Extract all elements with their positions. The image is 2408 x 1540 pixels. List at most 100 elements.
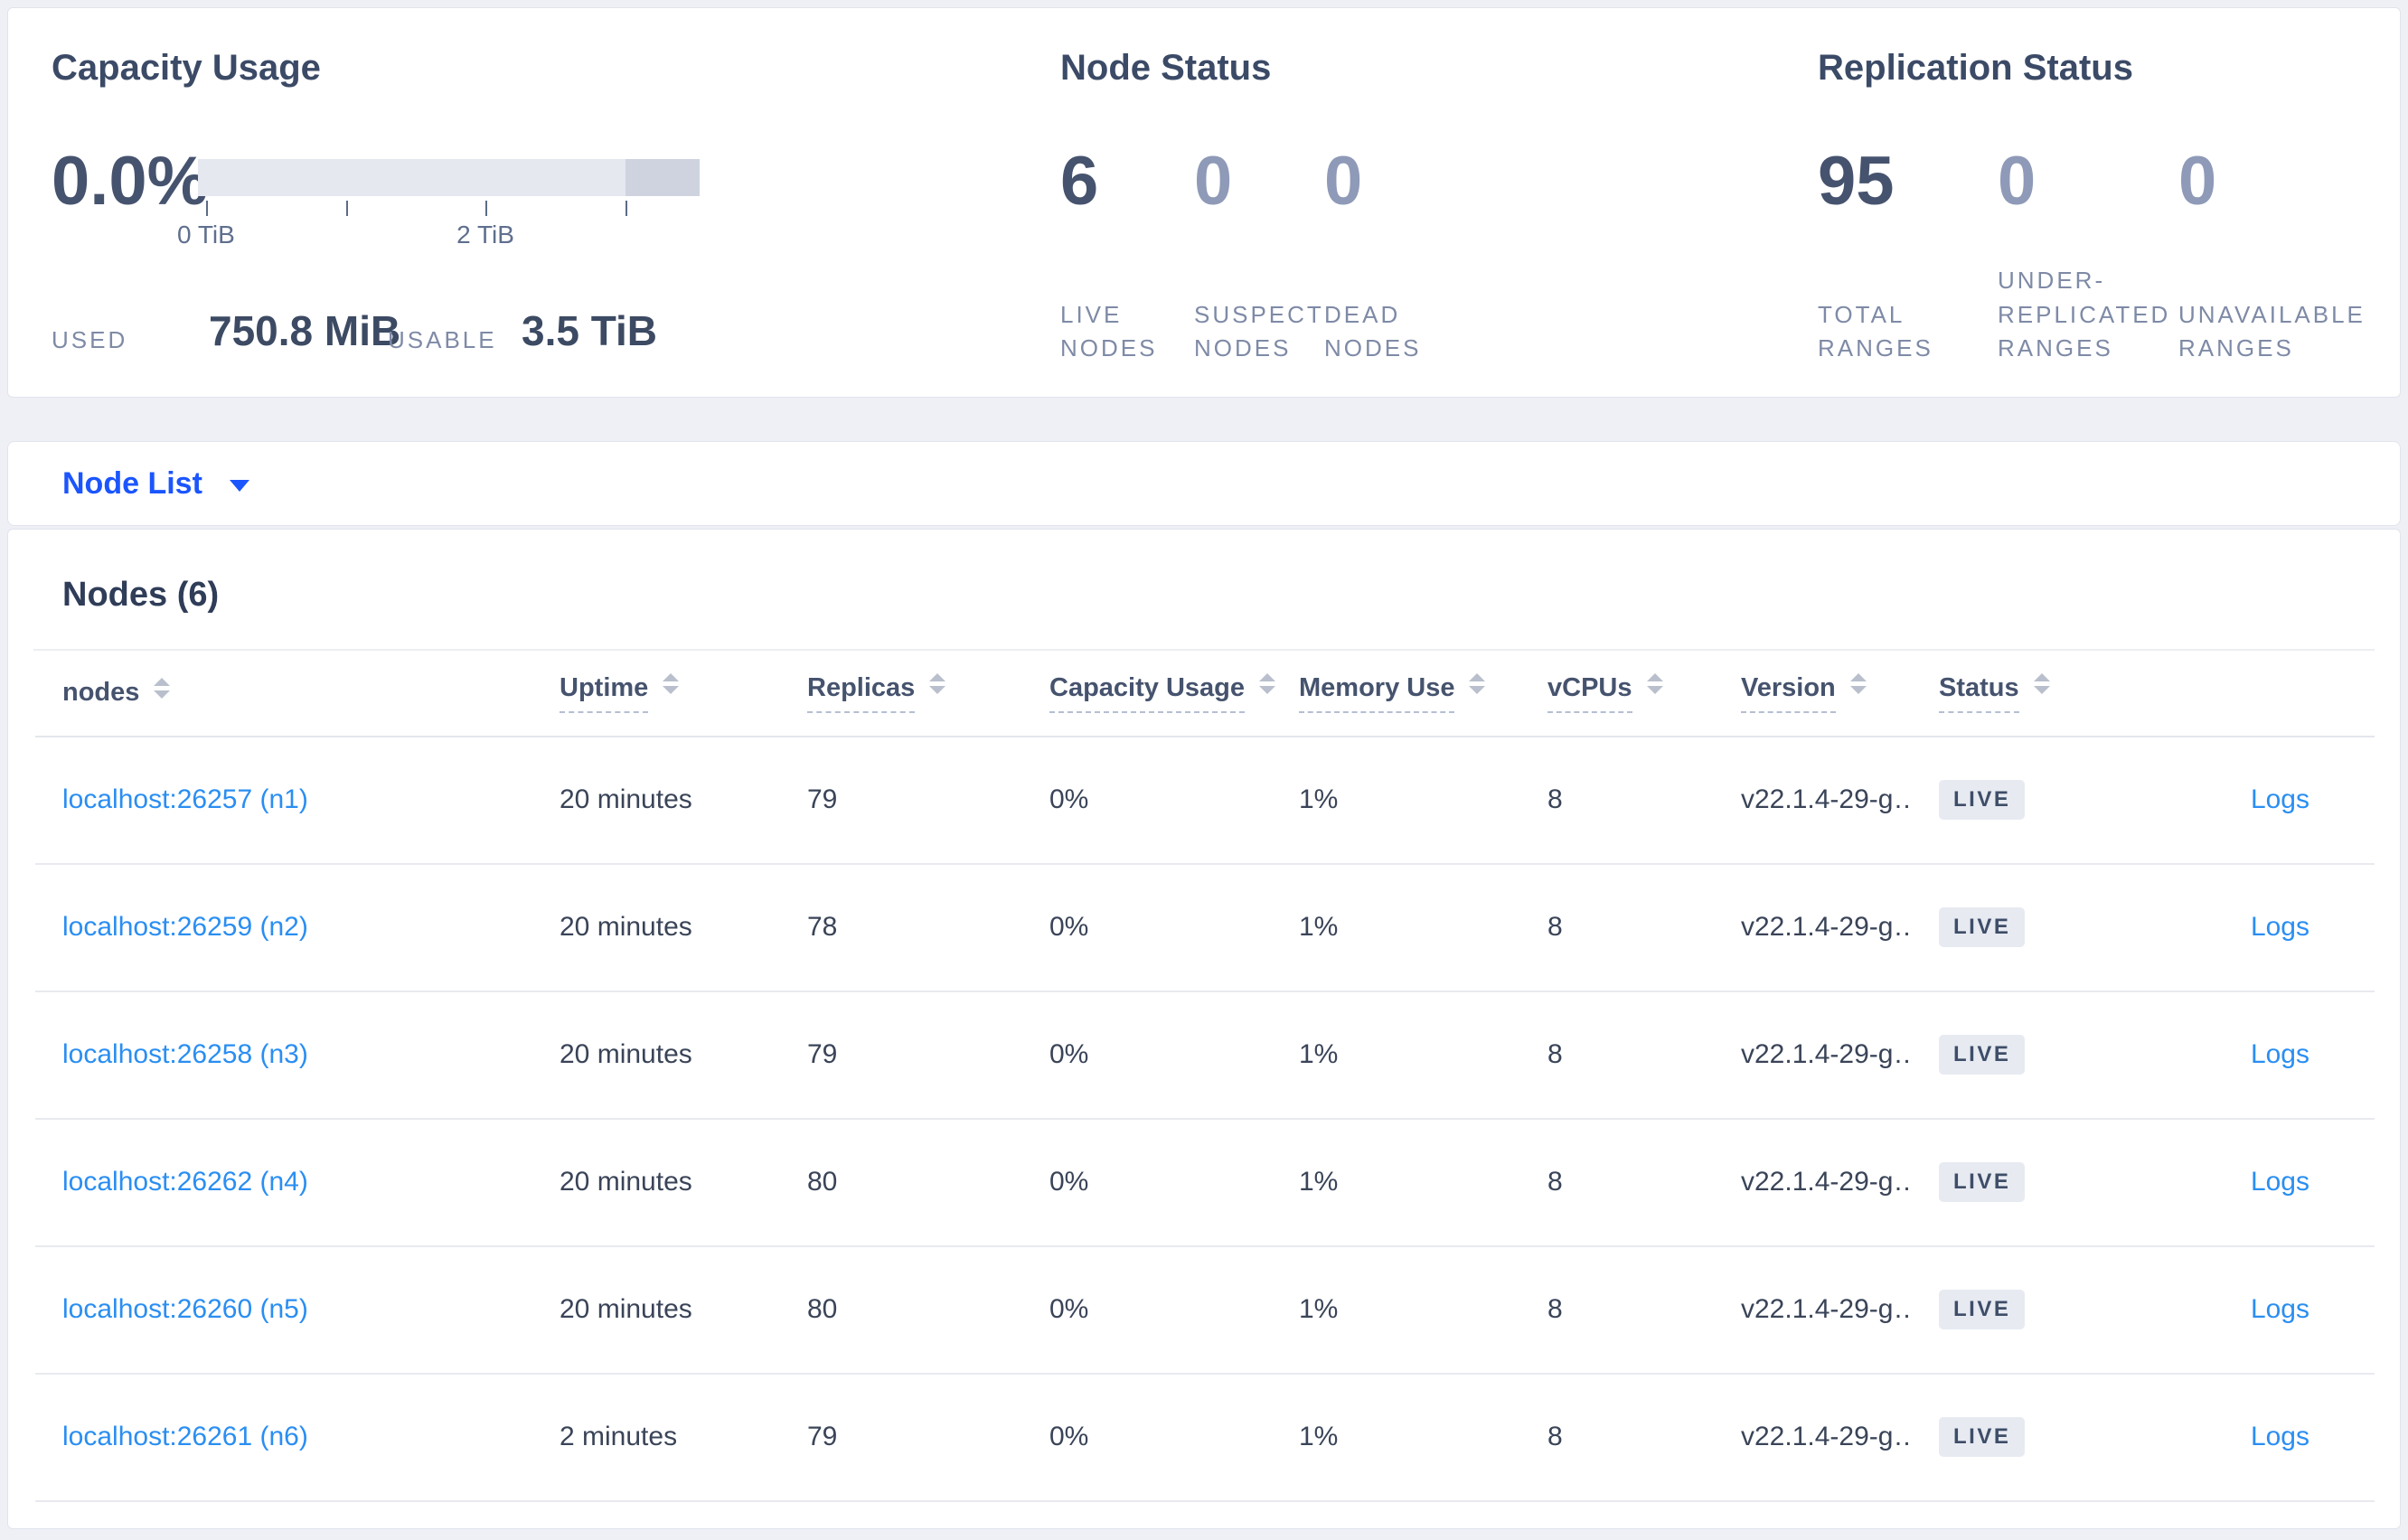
vcpus-cell: 8 — [1547, 1422, 1563, 1452]
sort-arrows-icon — [154, 678, 171, 700]
status-cell: LIVE — [1912, 864, 2134, 991]
node-link[interactable]: localhost:26259 (n2) — [62, 912, 308, 942]
column-header-label: Capacity Usage — [1049, 673, 1245, 713]
node-link[interactable]: localhost:26261 (n6) — [62, 1422, 308, 1451]
replicas-cell: 80 — [807, 1294, 838, 1325]
capacity-bar-usable-segment — [198, 159, 626, 196]
column-header-capacity[interactable]: Capacity Usage — [1022, 650, 1275, 737]
sort-arrows-icon — [929, 672, 946, 694]
logs-link[interactable]: Logs — [2251, 1422, 2309, 1451]
metric-label: SUSPECT NODES — [1194, 300, 1324, 362]
logs-cell: Logs — [2134, 991, 2375, 1119]
column-header-address[interactable]: nodes — [35, 650, 532, 737]
used-value: 750.8 MiB — [209, 307, 401, 354]
column-header-label: Memory Use — [1299, 673, 1455, 713]
replicas-cell: 79 — [807, 1422, 838, 1452]
logs-link[interactable]: Logs — [2251, 784, 2309, 814]
nodes-card: Nodes (6) nodes Uptime Replicas Capacity Us… — [7, 529, 2401, 1529]
node-address-cell: localhost:26261 (n6) — [35, 1374, 532, 1501]
node-list-dropdown[interactable]: Node List — [7, 441, 2401, 526]
vcpus-cell: 8 — [1547, 1167, 1563, 1197]
sort-arrows-icon — [663, 672, 680, 694]
node-table-row: localhost:26257 (n1) 20 minutes 79 0% 1% 8 v22… — [35, 737, 2375, 864]
metric-label: LIVE NODES — [1060, 300, 1158, 362]
capacity-usage-cell: 0% — [1049, 912, 1089, 943]
logs-cell: Logs — [2134, 1374, 2375, 1501]
node-link[interactable]: localhost:26258 (n3) — [62, 1039, 308, 1069]
column-header-logs — [2134, 650, 2375, 737]
nodes-table: nodes Uptime Replicas Capacity Usage Memory … — [35, 650, 2375, 1502]
uptime-cell: 20 minutes — [560, 1294, 692, 1325]
replicas-cell: 78 — [807, 912, 838, 943]
capacity-bar-tick — [625, 201, 627, 216]
memory-use-cell: 1% — [1299, 1167, 1339, 1197]
usable-label: USABLE — [388, 326, 497, 353]
column-header-replicas[interactable]: Replicas — [780, 650, 1022, 737]
status-badge: LIVE — [1939, 1290, 2026, 1330]
logs-link[interactable]: Logs — [2251, 912, 2309, 942]
vcpus-cell: 8 — [1547, 912, 1563, 943]
metric-value: 6 — [1060, 143, 1099, 220]
logs-cell: Logs — [2134, 864, 2375, 991]
capacity-bar-tick-label: 2 TiB — [456, 221, 514, 249]
metric-label: DEAD NODES — [1324, 300, 1422, 362]
status-cell: LIVE — [1912, 991, 2134, 1119]
chevron-down-icon — [229, 479, 249, 492]
node-table-row: localhost:26258 (n3) 20 minutes 79 0% 1% 8 v22… — [35, 991, 2375, 1119]
node-link[interactable]: localhost:26260 (n5) — [62, 1294, 308, 1324]
sort-arrows-icon — [2033, 672, 2050, 694]
memory-use-cell: 1% — [1299, 784, 1339, 815]
capacity-usage-cell: 0% — [1049, 1167, 1089, 1197]
vcpus-cell: 8 — [1547, 784, 1563, 815]
metric-label: TOTAL RANGES — [1818, 300, 1933, 362]
metric-value: 95 — [1818, 143, 1895, 220]
status-badge: LIVE — [1939, 1162, 2026, 1203]
node-link[interactable]: localhost:26257 (n1) — [62, 784, 308, 814]
capacity-usage-cell: 0% — [1049, 784, 1089, 815]
node-link[interactable]: localhost:26262 (n4) — [62, 1167, 308, 1197]
cluster-summary-card: Capacity Usage 0.0% 0 TiB 2 TiB USED 750.… — [7, 7, 2401, 398]
sort-arrows-icon — [1646, 672, 1663, 694]
metric-value: 0 — [1324, 143, 1363, 220]
logs-link[interactable]: Logs — [2251, 1294, 2309, 1324]
node-address-cell: localhost:26262 (n4) — [35, 1119, 532, 1246]
capacity-bar-tick-label: 0 TiB — [176, 221, 235, 249]
capacity-bar-tick — [205, 201, 208, 216]
metric-value: 0 — [2178, 143, 2217, 220]
uptime-cell: 2 minutes — [560, 1422, 678, 1452]
node-address-cell: localhost:26258 (n3) — [35, 991, 532, 1119]
column-header-label: vCPUs — [1547, 673, 1632, 713]
column-header-label: Uptime — [560, 673, 649, 713]
logs-cell: Logs — [2134, 737, 2375, 864]
memory-use-cell: 1% — [1299, 1039, 1339, 1070]
metric-value: 0 — [1998, 143, 2036, 220]
table-body: localhost:26257 (n1) 20 minutes 79 0% 1% 8 v22… — [35, 737, 2375, 1501]
column-header-label: Status — [1939, 673, 2019, 713]
node-list-dropdown-label: Node List — [62, 465, 202, 501]
column-header-vcpus[interactable]: vCPUs — [1520, 650, 1714, 737]
node-table-row: localhost:26259 (n2) 20 minutes 78 0% 1% 8 v22… — [35, 864, 2375, 991]
capacity-bar-tick — [345, 201, 348, 216]
column-header-uptime[interactable]: Uptime — [532, 650, 780, 737]
metric-label: UNDER-REPLICATED RANGES — [1998, 266, 2171, 362]
column-header-version[interactable]: Version — [1714, 650, 1912, 737]
capacity-bar-reserved-segment — [625, 159, 700, 196]
version-cell: v22.1.4-29-g… — [1741, 1294, 1912, 1325]
node-table-row: localhost:26261 (n6) 2 minutes 79 0% 1% 8 v22.… — [35, 1374, 2375, 1501]
capacity-usage-title: Capacity Usage — [52, 48, 321, 88]
column-header-memory[interactable]: Memory Use — [1272, 650, 1520, 737]
replicas-cell: 80 — [807, 1167, 838, 1197]
live-nodes-metric: 6 LIVE NODES — [1060, 8, 1187, 399]
uptime-cell: 20 minutes — [560, 912, 692, 943]
logs-link[interactable]: Logs — [2251, 1039, 2309, 1069]
column-header-status[interactable]: Status — [1912, 650, 2134, 737]
version-cell: v22.1.4-29-g… — [1741, 784, 1912, 815]
nodes-title: Nodes (6) — [62, 576, 220, 614]
capacity-usage-cell: 0% — [1049, 1039, 1089, 1070]
table-header-row: nodes Uptime Replicas Capacity Usage Memory … — [35, 650, 2375, 737]
logs-link[interactable]: Logs — [2251, 1167, 2309, 1197]
memory-use-cell: 1% — [1299, 1422, 1339, 1452]
status-cell: LIVE — [1912, 1119, 2134, 1246]
uptime-cell: 20 minutes — [560, 784, 692, 815]
status-badge: LIVE — [1939, 907, 2026, 948]
